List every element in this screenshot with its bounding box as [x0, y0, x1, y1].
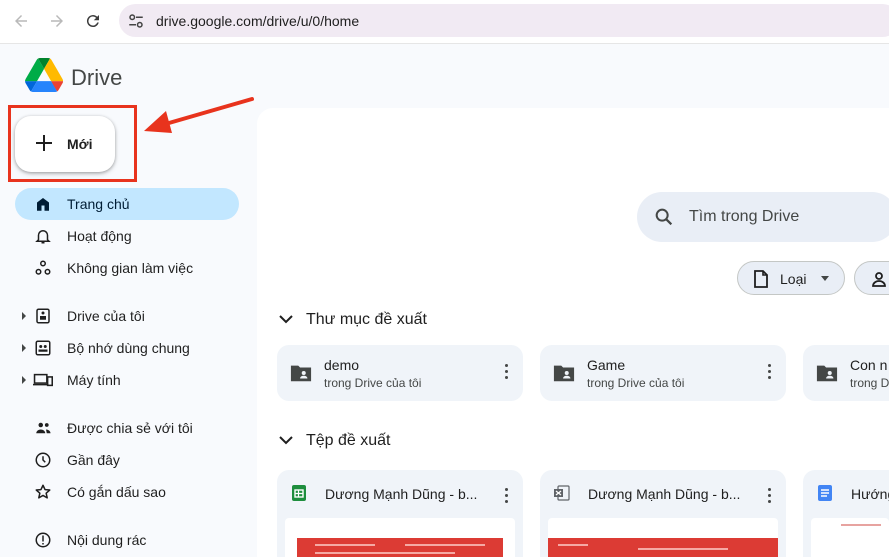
file-card[interactable]: Hướng: [803, 470, 889, 557]
folder-name: Game: [587, 357, 626, 373]
sidebar-item-label: Nội dung rác: [67, 532, 147, 548]
expand-caret-icon[interactable]: [22, 376, 26, 384]
sidebar-item-activity[interactable]: Hoạt động: [15, 220, 239, 252]
annotation-box: [8, 105, 137, 182]
computers-icon: [33, 370, 53, 390]
my-drive-icon: [33, 306, 53, 326]
chevron-down-icon[interactable]: [278, 435, 294, 447]
reload-icon: [86, 15, 99, 28]
arrow-right-icon: [51, 15, 63, 27]
drive-logo-icon[interactable]: [25, 58, 63, 92]
sidebar-item-recent[interactable]: Gần đây: [15, 444, 239, 476]
sidebar-item-label: Không gian làm việc: [67, 260, 194, 276]
section-title: Tệp đề xuất: [306, 432, 391, 449]
file-thumbnail[interactable]: [811, 518, 889, 557]
shared-folder-icon: [290, 365, 312, 382]
type-filter-label: Loại: [780, 271, 807, 287]
workspaces-icon: [33, 258, 53, 278]
reload-button[interactable]: [80, 8, 106, 34]
site-settings-icon[interactable]: [127, 12, 145, 30]
folder-card[interactable]: Con n trong D: [803, 345, 889, 401]
sidebar-item-my-drive[interactable]: Drive của tôi: [15, 300, 239, 332]
annotation-arrow-icon: [144, 97, 254, 133]
browser-toolbar: drive.google.com/drive/u/0/home: [0, 0, 889, 44]
file-card[interactable]: Dương Mạnh Dũng - b...: [277, 470, 523, 557]
sidebar-item-label: Máy tính: [67, 372, 121, 388]
folder-location: trong Drive của tôi: [587, 376, 685, 390]
more-options-icon[interactable]: [505, 488, 509, 504]
sidebar-item-shared-drives[interactable]: Bộ nhớ dùng chung: [15, 332, 239, 364]
sidebar-item-workspaces[interactable]: Không gian làm việc: [15, 252, 239, 284]
back-button[interactable]: [8, 8, 34, 34]
file-icon: [754, 270, 768, 288]
google-docs-icon: [818, 485, 832, 501]
sidebar-item-shared-with-me[interactable]: Được chia sẻ với tôi: [15, 412, 239, 444]
forward-button[interactable]: [44, 8, 70, 34]
section-title: Thư mục đề xuất: [306, 311, 427, 328]
url-text[interactable]: drive.google.com/drive/u/0/home: [156, 13, 359, 29]
chevron-down-icon: [821, 276, 829, 281]
sidebar-item-label: Hoạt động: [67, 228, 132, 244]
folder-name: demo: [324, 357, 360, 373]
file-thumbnail[interactable]: [548, 518, 778, 557]
sidebar-item-starred[interactable]: Có gắn dấu sao: [15, 476, 239, 508]
shared-drives-icon: [33, 338, 53, 358]
google-sheets-icon: [292, 485, 306, 501]
person-icon: [872, 272, 886, 287]
sidebar-item-computers[interactable]: Máy tính: [15, 364, 239, 396]
arrow-left-icon: [15, 15, 27, 27]
more-options-icon[interactable]: [505, 364, 509, 380]
excel-file-icon: [554, 485, 570, 501]
search-box[interactable]: Tìm trong Drive: [637, 192, 889, 242]
folder-location: trong Drive của tôi: [324, 376, 422, 390]
sidebar-item-label: Trang chủ: [67, 196, 130, 212]
folder-card[interactable]: demo trong Drive của tôi: [277, 345, 523, 401]
people-filter-chip[interactable]: [854, 261, 889, 295]
file-thumbnail[interactable]: [285, 518, 515, 557]
shared-with-me-icon: [33, 418, 53, 438]
chevron-down-icon[interactable]: [278, 314, 294, 326]
search-icon[interactable]: [653, 206, 675, 228]
folder-location: trong D: [850, 376, 889, 390]
folder-name: Con n: [850, 357, 888, 373]
spam-icon: [33, 530, 53, 550]
sidebar-item-spam[interactable]: Nội dung rác: [15, 524, 239, 556]
more-options-icon[interactable]: [768, 364, 772, 380]
app-name: Drive: [71, 65, 123, 90]
clock-icon: [33, 450, 53, 470]
sidebar-item-label: Bộ nhớ dùng chung: [67, 340, 190, 356]
sidebar-item-label: Drive của tôi: [67, 308, 145, 324]
sidebar-item-home[interactable]: Trang chủ: [15, 188, 239, 220]
sidebar-item-label: Được chia sẻ với tôi: [67, 420, 193, 436]
expand-caret-icon[interactable]: [22, 312, 26, 320]
star-icon: [33, 482, 53, 502]
folder-card[interactable]: Game trong Drive của tôi: [540, 345, 786, 401]
more-options-icon[interactable]: [768, 488, 772, 504]
file-name: Hướng: [851, 486, 889, 502]
file-name: Dương Mạnh Dũng - b...: [588, 486, 741, 502]
sidebar-item-label: Gần đây: [67, 452, 120, 468]
type-filter-chip[interactable]: Loại: [737, 261, 845, 295]
shared-folder-icon: [816, 365, 838, 382]
search-input[interactable]: Tìm trong Drive: [689, 208, 799, 226]
bell-icon: [33, 226, 53, 246]
address-bar[interactable]: drive.google.com/drive/u/0/home: [119, 4, 889, 37]
sidebar-item-label: Có gắn dấu sao: [67, 484, 166, 500]
home-icon: [33, 194, 53, 214]
file-card[interactable]: Dương Mạnh Dũng - b...: [540, 470, 786, 557]
shared-folder-icon: [553, 365, 575, 382]
file-name: Dương Mạnh Dũng - b...: [325, 486, 478, 502]
expand-caret-icon[interactable]: [22, 344, 26, 352]
